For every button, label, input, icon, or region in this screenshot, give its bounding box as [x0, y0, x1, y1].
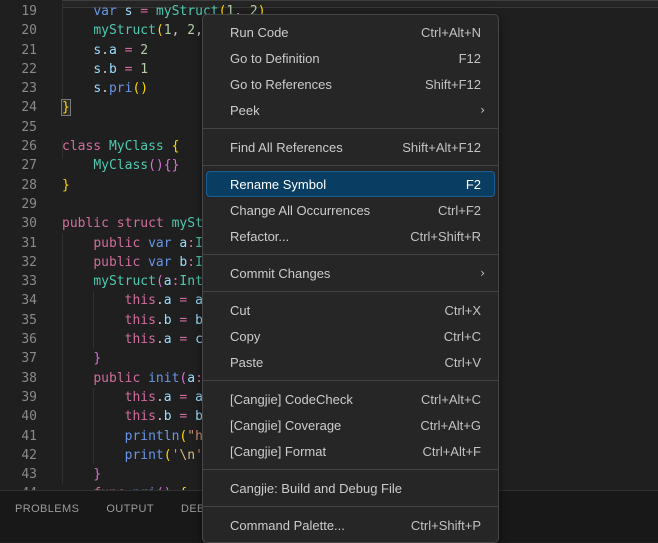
- line-number: 40: [0, 407, 37, 426]
- line-number: 26: [0, 137, 37, 156]
- line-number: 24: [0, 98, 37, 117]
- line-number: 31: [0, 234, 37, 253]
- line-number: 35: [0, 311, 37, 330]
- menu-item-label: Go to Definition: [230, 51, 459, 66]
- menu-item-go-to-definition[interactable]: Go to DefinitionF12: [203, 45, 498, 71]
- panel-tab-output[interactable]: OUTPUT: [106, 503, 154, 515]
- line-number: 28: [0, 176, 37, 195]
- line-number: 22: [0, 60, 37, 79]
- menu-item-label: Go to References: [230, 77, 425, 92]
- menu-item-label: Rename Symbol: [230, 177, 466, 192]
- menu-item-shortcut: Ctrl+Alt+N: [421, 25, 481, 40]
- line-number: 33: [0, 272, 37, 291]
- line-number: 38: [0, 369, 37, 388]
- menu-item-cut[interactable]: CutCtrl+X: [203, 297, 498, 323]
- line-number: 19: [0, 2, 37, 21]
- menu-item-label: [Cangjie] Coverage: [230, 418, 420, 433]
- menu-item-shortcut: Ctrl+Alt+F: [422, 444, 481, 459]
- menu-item-change-all-occurrences[interactable]: Change All OccurrencesCtrl+F2: [203, 197, 498, 223]
- menu-separator: [203, 291, 498, 292]
- menu-item-refactor[interactable]: Refactor...Ctrl+Shift+R: [203, 223, 498, 249]
- menu-item-shortcut: Ctrl+Shift+R: [410, 229, 481, 244]
- menu-item-copy[interactable]: CopyCtrl+C: [203, 323, 498, 349]
- menu-item-shortcut: Ctrl+X: [445, 303, 481, 318]
- menu-item-shortcut: Ctrl+V: [445, 355, 481, 370]
- line-number: 20: [0, 21, 37, 40]
- menu-item-shortcut: Shift+Alt+F12: [402, 140, 481, 155]
- line-number: 39: [0, 388, 37, 407]
- menu-separator: [203, 469, 498, 470]
- line-number: 32: [0, 253, 37, 272]
- menu-item-shortcut: F12: [459, 51, 481, 66]
- menu-separator: [203, 128, 498, 129]
- menu-item-cangjie-coverage[interactable]: [Cangjie] CoverageCtrl+Alt+G: [203, 412, 498, 438]
- editor-context-menu: Run CodeCtrl+Alt+NGo to DefinitionF12Go …: [202, 14, 499, 543]
- menu-separator: [203, 254, 498, 255]
- menu-item-go-to-references[interactable]: Go to ReferencesShift+F12: [203, 71, 498, 97]
- menu-item-label: Cut: [230, 303, 445, 318]
- menu-item-label: [Cangjie] Format: [230, 444, 422, 459]
- menu-item-label: Peek: [230, 103, 480, 118]
- menu-item-shortcut: Ctrl+Alt+C: [421, 392, 481, 407]
- menu-item-shortcut: Ctrl+F2: [438, 203, 481, 218]
- line-number: 27: [0, 156, 37, 175]
- line-number: 37: [0, 349, 37, 368]
- menu-item-label: Find All References: [230, 140, 402, 155]
- menu-separator: [203, 506, 498, 507]
- menu-separator: [203, 165, 498, 166]
- line-number: 43: [0, 465, 37, 484]
- line-number: 34: [0, 291, 37, 310]
- submenu-chevron-icon: ›: [480, 103, 485, 117]
- line-number: 42: [0, 446, 37, 465]
- line-number: 29: [0, 195, 37, 214]
- panel-tab-problems[interactable]: PROBLEMS: [15, 503, 79, 515]
- menu-item-label: Run Code: [230, 25, 421, 40]
- menu-item-shortcut: Ctrl+C: [444, 329, 481, 344]
- menu-item-shortcut: F2: [466, 177, 481, 192]
- line-number: 41: [0, 427, 37, 446]
- menu-item-cangjie-format[interactable]: [Cangjie] FormatCtrl+Alt+F: [203, 438, 498, 464]
- menu-item-run-code[interactable]: Run CodeCtrl+Alt+N: [203, 19, 498, 45]
- submenu-chevron-icon: ›: [480, 266, 485, 280]
- menu-item-label: Command Palette...: [230, 518, 411, 533]
- menu-item-find-all-references[interactable]: Find All ReferencesShift+Alt+F12: [203, 134, 498, 160]
- menu-item-label: [Cangjie] CodeCheck: [230, 392, 421, 407]
- menu-separator: [203, 380, 498, 381]
- line-number: 23: [0, 79, 37, 98]
- menu-item-label: Paste: [230, 355, 445, 370]
- menu-item-commit-changes[interactable]: Commit Changes›: [203, 260, 498, 286]
- menu-item-shortcut: Ctrl+Shift+P: [411, 518, 481, 533]
- line-number: 36: [0, 330, 37, 349]
- menu-item-label: Copy: [230, 329, 444, 344]
- line-number: 21: [0, 41, 37, 60]
- line-number: 30: [0, 214, 37, 233]
- menu-item-shortcut: Ctrl+Alt+G: [420, 418, 481, 433]
- menu-item-cangjie-codecheck[interactable]: [Cangjie] CodeCheckCtrl+Alt+C: [203, 386, 498, 412]
- menu-item-command-palette[interactable]: Command Palette...Ctrl+Shift+P: [203, 512, 498, 538]
- line-number: 25: [0, 118, 37, 137]
- menu-item-rename-symbol[interactable]: Rename SymbolF2: [203, 171, 498, 197]
- menu-item-cangjie-build-and-debug-file[interactable]: Cangjie: Build and Debug File: [203, 475, 498, 501]
- menu-item-label: Change All Occurrences: [230, 203, 438, 218]
- menu-item-paste[interactable]: PasteCtrl+V: [203, 349, 498, 375]
- menu-item-peek[interactable]: Peek›: [203, 97, 498, 123]
- menu-item-shortcut: Shift+F12: [425, 77, 481, 92]
- menu-item-label: Cangjie: Build and Debug File: [230, 481, 481, 496]
- menu-item-label: Commit Changes: [230, 266, 480, 281]
- menu-item-label: Refactor...: [230, 229, 410, 244]
